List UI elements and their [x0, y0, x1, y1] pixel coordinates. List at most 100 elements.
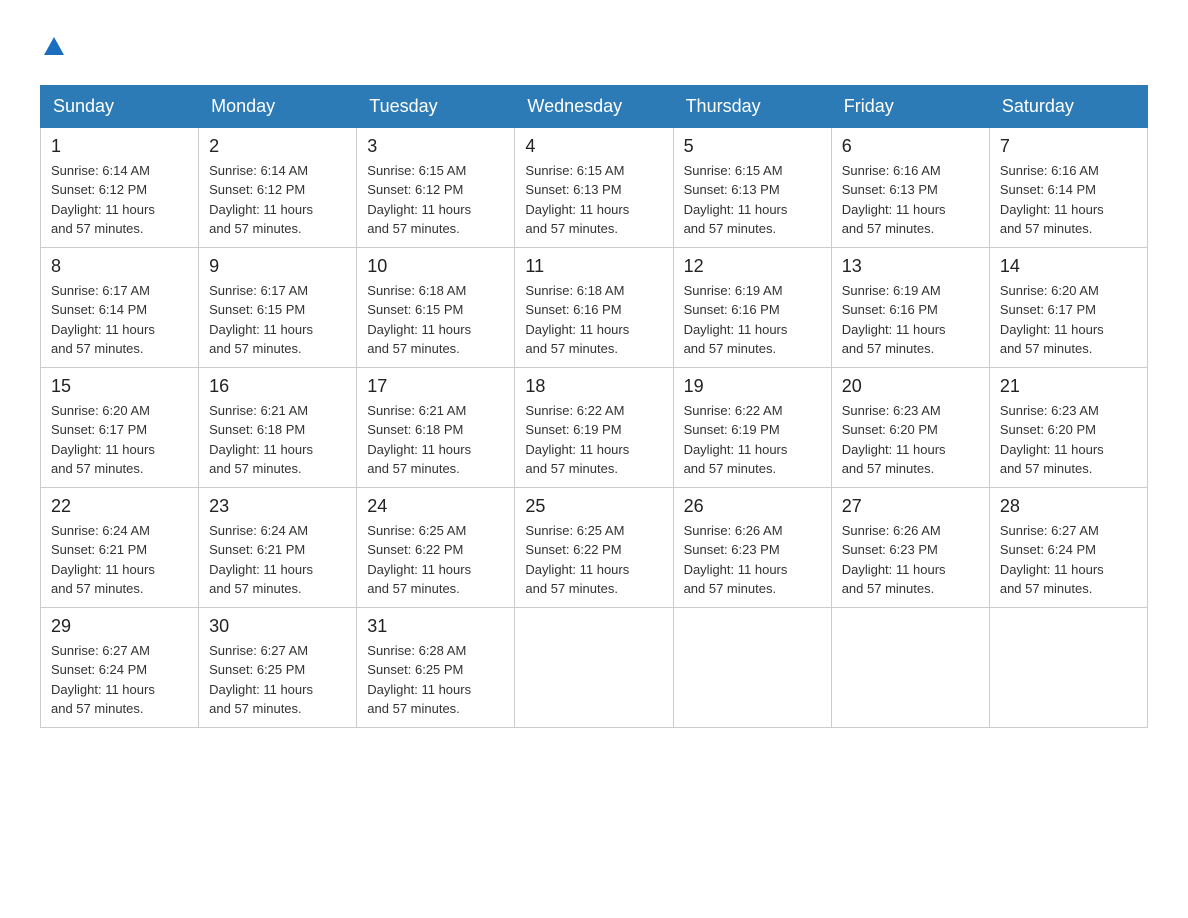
weekday-header-row: SundayMondayTuesdayWednesdayThursdayFrid…: [41, 85, 1148, 127]
calendar-cell: 8 Sunrise: 6:17 AMSunset: 6:14 PMDaylight…: [41, 247, 199, 367]
weekday-header-thursday: Thursday: [673, 85, 831, 127]
calendar-cell: 20Sunrise: 6:23 AMSunset: 6:20 PMDayligh…: [831, 367, 989, 487]
day-info: Sunrise: 6:25 AMSunset: 6:22 PMDaylight:…: [367, 521, 504, 599]
day-info: Sunrise: 6:23 AMSunset: 6:20 PMDaylight:…: [842, 401, 979, 479]
day-number: 23: [209, 496, 346, 517]
day-info: Sunrise: 6:17 AMSunset: 6:14 PMDaylight:…: [51, 281, 188, 359]
calendar-week-row: 22 Sunrise: 6:24 AMSunset: 6:21 PMDayligh…: [41, 487, 1148, 607]
day-number: 5: [684, 136, 821, 157]
day-info: Sunrise: 6:15 AMSunset: 6:12 PMDaylight:…: [367, 161, 504, 239]
weekday-header-saturday: Saturday: [989, 85, 1147, 127]
day-number: 21: [1000, 376, 1137, 397]
calendar-cell: [515, 607, 673, 727]
day-number: 13: [842, 256, 979, 277]
calendar-cell: [989, 607, 1147, 727]
calendar-cell: 27Sunrise: 6:26 AMSunset: 6:23 PMDayligh…: [831, 487, 989, 607]
day-info: Sunrise: 6:20 AMSunset: 6:17 PMDaylight:…: [51, 401, 188, 479]
calendar-cell: 12 Sunrise: 6:19 AMSunset: 6:16 PMDayligh…: [673, 247, 831, 367]
day-number: 30: [209, 616, 346, 637]
calendar-cell: 23 Sunrise: 6:24 AMSunset: 6:21 PMDayligh…: [199, 487, 357, 607]
logo: [40, 30, 64, 65]
calendar-cell: 2 Sunrise: 6:14 AMSunset: 6:12 PMDaylight…: [199, 127, 357, 247]
calendar-cell: 11 Sunrise: 6:18 AMSunset: 6:16 PMDayligh…: [515, 247, 673, 367]
calendar-cell: 9 Sunrise: 6:17 AMSunset: 6:15 PMDaylight…: [199, 247, 357, 367]
weekday-header-sunday: Sunday: [41, 85, 199, 127]
day-info: Sunrise: 6:18 AMSunset: 6:16 PMDaylight:…: [525, 281, 662, 359]
day-info: Sunrise: 6:27 AMSunset: 6:24 PMDaylight:…: [51, 641, 188, 719]
day-number: 6: [842, 136, 979, 157]
day-info: Sunrise: 6:16 AMSunset: 6:13 PMDaylight:…: [842, 161, 979, 239]
day-info: Sunrise: 6:27 AMSunset: 6:25 PMDaylight:…: [209, 641, 346, 719]
day-info: Sunrise: 6:19 AMSunset: 6:16 PMDaylight:…: [684, 281, 821, 359]
day-info: Sunrise: 6:28 AMSunset: 6:25 PMDaylight:…: [367, 641, 504, 719]
calendar-cell: 30 Sunrise: 6:27 AMSunset: 6:25 PMDayligh…: [199, 607, 357, 727]
day-info: Sunrise: 6:21 AMSunset: 6:18 PMDaylight:…: [367, 401, 504, 479]
calendar-week-row: 15 Sunrise: 6:20 AMSunset: 6:17 PMDayligh…: [41, 367, 1148, 487]
day-info: Sunrise: 6:24 AMSunset: 6:21 PMDaylight:…: [209, 521, 346, 599]
day-number: 29: [51, 616, 188, 637]
weekday-header-wednesday: Wednesday: [515, 85, 673, 127]
calendar-week-row: 1 Sunrise: 6:14 AMSunset: 6:12 PMDaylight…: [41, 127, 1148, 247]
day-number: 7: [1000, 136, 1137, 157]
day-number: 1: [51, 136, 188, 157]
day-number: 22: [51, 496, 188, 517]
calendar-cell: 13 Sunrise: 6:19 AMSunset: 6:16 PMDayligh…: [831, 247, 989, 367]
calendar-cell: 6 Sunrise: 6:16 AMSunset: 6:13 PMDaylight…: [831, 127, 989, 247]
day-number: 25: [525, 496, 662, 517]
calendar-week-row: 29 Sunrise: 6:27 AMSunset: 6:24 PMDayligh…: [41, 607, 1148, 727]
calendar-cell: 26 Sunrise: 6:26 AMSunset: 6:23 PMDayligh…: [673, 487, 831, 607]
day-info: Sunrise: 6:24 AMSunset: 6:21 PMDaylight:…: [51, 521, 188, 599]
calendar-cell: 4Sunrise: 6:15 AMSunset: 6:13 PMDaylight…: [515, 127, 673, 247]
calendar-cell: 14 Sunrise: 6:20 AMSunset: 6:17 PMDayligh…: [989, 247, 1147, 367]
day-info: Sunrise: 6:26 AMSunset: 6:23 PMDaylight:…: [684, 521, 821, 599]
calendar-week-row: 8 Sunrise: 6:17 AMSunset: 6:14 PMDaylight…: [41, 247, 1148, 367]
day-info: Sunrise: 6:23 AMSunset: 6:20 PMDaylight:…: [1000, 401, 1137, 479]
day-number: 12: [684, 256, 821, 277]
calendar-cell: 25 Sunrise: 6:25 AMSunset: 6:22 PMDayligh…: [515, 487, 673, 607]
calendar-cell: 1Sunrise: 6:14 AMSunset: 6:12 PMDaylight…: [41, 127, 199, 247]
calendar-cell: 31 Sunrise: 6:28 AMSunset: 6:25 PMDayligh…: [357, 607, 515, 727]
day-number: 14: [1000, 256, 1137, 277]
day-info: Sunrise: 6:25 AMSunset: 6:22 PMDaylight:…: [525, 521, 662, 599]
day-info: Sunrise: 6:18 AMSunset: 6:15 PMDaylight:…: [367, 281, 504, 359]
weekday-header-friday: Friday: [831, 85, 989, 127]
calendar-cell: 22 Sunrise: 6:24 AMSunset: 6:21 PMDayligh…: [41, 487, 199, 607]
day-info: Sunrise: 6:14 AMSunset: 6:12 PMDaylight:…: [209, 161, 346, 239]
calendar-cell: 21 Sunrise: 6:23 AMSunset: 6:20 PMDayligh…: [989, 367, 1147, 487]
day-info: Sunrise: 6:15 AMSunset: 6:13 PMDaylight:…: [684, 161, 821, 239]
calendar-cell: 18Sunrise: 6:22 AMSunset: 6:19 PMDayligh…: [515, 367, 673, 487]
day-info: Sunrise: 6:15 AMSunset: 6:13 PMDaylight:…: [525, 161, 662, 239]
day-number: 3: [367, 136, 504, 157]
calendar-cell: 28 Sunrise: 6:27 AMSunset: 6:24 PMDayligh…: [989, 487, 1147, 607]
day-number: 28: [1000, 496, 1137, 517]
day-number: 9: [209, 256, 346, 277]
day-info: Sunrise: 6:27 AMSunset: 6:24 PMDaylight:…: [1000, 521, 1137, 599]
day-number: 10: [367, 256, 504, 277]
day-info: Sunrise: 6:20 AMSunset: 6:17 PMDaylight:…: [1000, 281, 1137, 359]
day-info: Sunrise: 6:17 AMSunset: 6:15 PMDaylight:…: [209, 281, 346, 359]
weekday-header-tuesday: Tuesday: [357, 85, 515, 127]
logo-icon-triangle: [44, 37, 64, 55]
day-number: 26: [684, 496, 821, 517]
day-info: Sunrise: 6:16 AMSunset: 6:14 PMDaylight:…: [1000, 161, 1137, 239]
calendar-cell: 24Sunrise: 6:25 AMSunset: 6:22 PMDayligh…: [357, 487, 515, 607]
calendar-cell: 10 Sunrise: 6:18 AMSunset: 6:15 PMDayligh…: [357, 247, 515, 367]
day-number: 15: [51, 376, 188, 397]
calendar-cell: 16Sunrise: 6:21 AMSunset: 6:18 PMDayligh…: [199, 367, 357, 487]
day-info: Sunrise: 6:19 AMSunset: 6:16 PMDaylight:…: [842, 281, 979, 359]
day-number: 2: [209, 136, 346, 157]
calendar-cell: 29 Sunrise: 6:27 AMSunset: 6:24 PMDayligh…: [41, 607, 199, 727]
calendar-cell: 19Sunrise: 6:22 AMSunset: 6:19 PMDayligh…: [673, 367, 831, 487]
day-number: 8: [51, 256, 188, 277]
day-number: 31: [367, 616, 504, 637]
day-info: Sunrise: 6:22 AMSunset: 6:19 PMDaylight:…: [525, 401, 662, 479]
day-info: Sunrise: 6:21 AMSunset: 6:18 PMDaylight:…: [209, 401, 346, 479]
calendar-cell: 15 Sunrise: 6:20 AMSunset: 6:17 PMDayligh…: [41, 367, 199, 487]
calendar-cell: 7 Sunrise: 6:16 AMSunset: 6:14 PMDaylight…: [989, 127, 1147, 247]
calendar-table: SundayMondayTuesdayWednesdayThursdayFrid…: [40, 85, 1148, 728]
day-number: 11: [525, 256, 662, 277]
calendar-cell: [831, 607, 989, 727]
calendar-cell: [673, 607, 831, 727]
logo-text-block: [40, 30, 64, 65]
calendar-cell: 3 Sunrise: 6:15 AMSunset: 6:12 PMDaylight…: [357, 127, 515, 247]
